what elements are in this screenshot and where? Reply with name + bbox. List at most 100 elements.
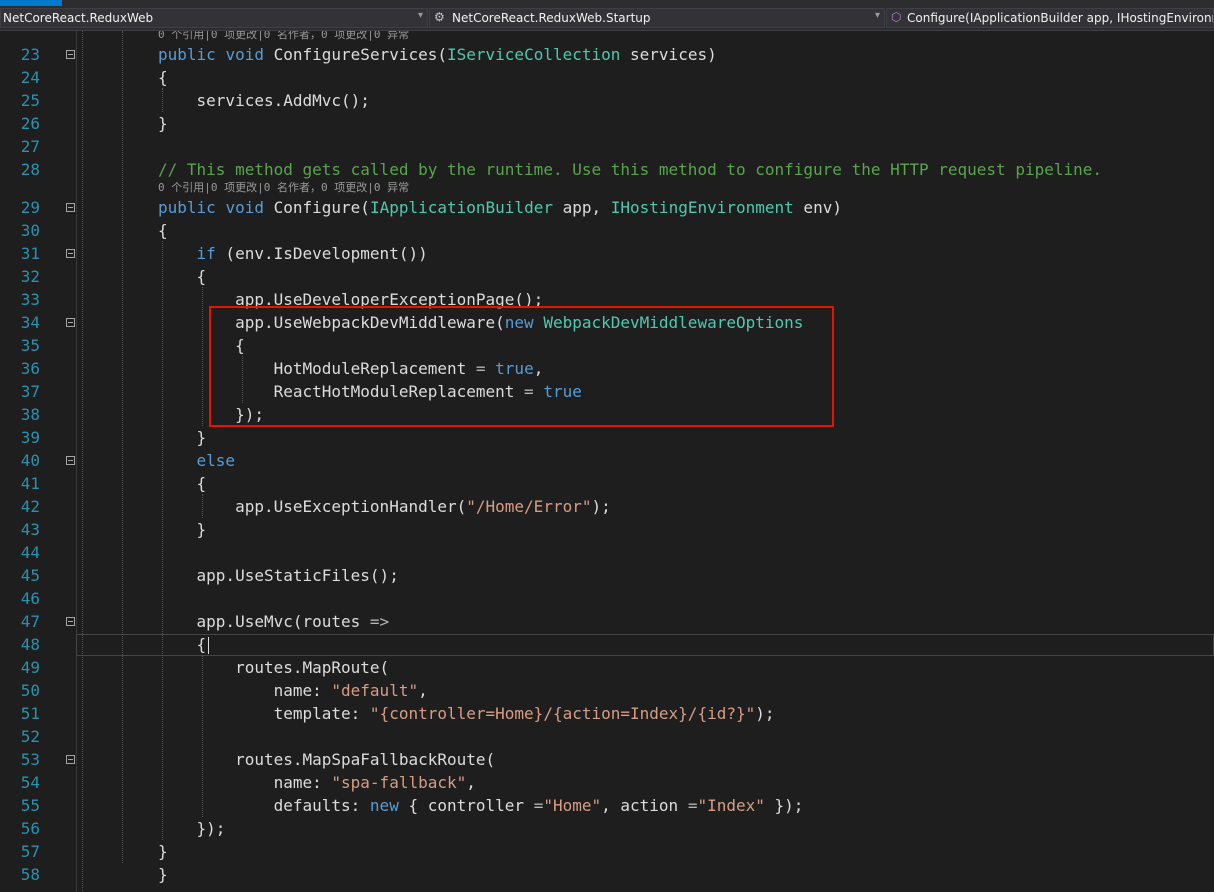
line-number: 31	[20, 244, 40, 263]
code-token: public	[158, 45, 226, 64]
code-token: }	[158, 114, 168, 133]
annotation-highlight-box	[209, 306, 834, 427]
code-line[interactable]: app.UseExceptionHandler("/Home/Error");	[158, 495, 611, 518]
line-number: 52	[20, 727, 40, 746]
code-token: env)	[793, 198, 842, 217]
code-token: routes.MapSpaFallbackRoute(	[158, 750, 496, 769]
code-line[interactable]: else	[158, 449, 236, 472]
indent-guide	[202, 287, 203, 426]
line-number: 54	[20, 773, 40, 792]
code-token: "Home"	[543, 796, 602, 815]
code-token: ,	[418, 681, 428, 700]
code-token: });	[158, 819, 226, 838]
code-token: void	[225, 45, 274, 64]
code-line[interactable]: if (env.IsDevelopment())	[158, 242, 428, 265]
collapse-icon[interactable]	[66, 318, 75, 327]
code-token: );	[755, 704, 775, 723]
code-token: }	[158, 520, 207, 539]
chevron-down-icon: ▾	[874, 10, 880, 21]
code-token: ,	[466, 773, 476, 792]
indent-guide	[122, 31, 123, 863]
code-line[interactable]: {	[158, 66, 168, 89]
code-line[interactable]: name: "default",	[158, 679, 428, 702]
code-token: "/Home/Error"	[466, 497, 592, 516]
line-number: 48	[20, 635, 40, 654]
code-token: { controller	[398, 796, 534, 815]
collapse-icon[interactable]	[66, 50, 75, 59]
line-number: 53	[20, 750, 40, 769]
line-number: 30	[20, 221, 40, 240]
collapse-icon[interactable]	[66, 617, 75, 626]
code-token: IServiceCollection	[447, 45, 621, 64]
code-line[interactable]: {	[158, 633, 207, 656]
class-dropdown[interactable]: ⚙ NetCoreReact.ReduxWeb.Startup ▾	[429, 8, 885, 28]
code-token: defaults:	[158, 796, 370, 815]
codelens-configure[interactable]: 0 个引用|0 项更改|0 名作者，0 项更改|0 异常	[158, 182, 409, 194]
code-line[interactable]: public void Configure(IApplicationBuilde…	[158, 196, 842, 219]
code-line[interactable]: }	[158, 426, 207, 449]
class-label: NetCoreReact.ReduxWeb.Startup	[452, 11, 651, 25]
code-line[interactable]: }	[158, 112, 168, 135]
line-number: 33	[20, 290, 40, 309]
line-number: 38	[20, 405, 40, 424]
code-token: app.UseExceptionHandler(	[158, 497, 467, 516]
code-token: (env.IsDevelopment())	[215, 244, 428, 263]
line-number: 56	[20, 819, 40, 838]
code-line[interactable]: }	[158, 840, 168, 863]
code-token: ConfigureServices(	[273, 45, 447, 64]
indent-guide	[202, 494, 203, 518]
code-line[interactable]: {	[158, 472, 207, 495]
code-editor[interactable]: 0 个引用|0 项更改|0 名作者，0 项更改|0 异常 0 个引用|0 项更改…	[0, 31, 1214, 892]
code-line[interactable]: });	[158, 817, 226, 840]
code-line[interactable]: routes.MapSpaFallbackRoute(	[158, 748, 495, 771]
member-label: Configure(IApplicationBuilder app, IHost…	[907, 11, 1214, 25]
code-token: app,	[552, 198, 611, 217]
line-number: 26	[20, 114, 40, 133]
code-token: "default"	[331, 681, 419, 700]
codelens-configure-services[interactable]: 0 个引用|0 项更改|0 名作者，0 项更改|0 异常	[158, 31, 409, 41]
code-line[interactable]: name: "spa-fallback",	[158, 771, 476, 794]
code-token: // This method gets called by the runtim…	[158, 160, 1103, 179]
code-token: "{controller=Home}/{action=Index}/{id?}"	[369, 704, 756, 723]
code-line[interactable]: {	[158, 219, 168, 242]
chevron-down-icon: ▾	[417, 10, 423, 21]
code-line[interactable]: services.AddMvc();	[158, 89, 370, 112]
line-number: 50	[20, 681, 40, 700]
code-line[interactable]: public void ConfigureServices(IServiceCo…	[158, 43, 717, 66]
member-dropdown[interactable]: ⬡ Configure(IApplicationBuilder app, IHo…	[886, 8, 1214, 28]
collapse-icon[interactable]	[66, 456, 75, 465]
collapse-icon[interactable]	[66, 249, 75, 258]
code-line[interactable]: defaults: new { controller ="Home", acti…	[158, 794, 804, 817]
project-dropdown[interactable]: NetCoreReact.ReduxWeb ▾	[0, 8, 428, 28]
line-number: 58	[20, 865, 40, 884]
code-token: });	[764, 796, 804, 815]
code-line[interactable]: app.UseMvc(routes =>	[158, 610, 390, 633]
code-token: {	[158, 267, 207, 286]
line-number: 34	[20, 313, 40, 332]
code-line[interactable]: {	[158, 265, 207, 288]
collapse-icon[interactable]	[66, 755, 75, 764]
code-token: }	[158, 842, 168, 861]
line-number: 24	[20, 68, 40, 87]
line-number: 32	[20, 267, 40, 286]
code-token: =	[533, 796, 544, 815]
line-number: 35	[20, 336, 40, 355]
code-token: template:	[158, 704, 370, 723]
code-line[interactable]: app.UseStaticFiles();	[158, 564, 399, 587]
line-number: 45	[20, 566, 40, 585]
code-line[interactable]: routes.MapRoute(	[158, 656, 389, 679]
code-token: {	[158, 68, 168, 87]
code-line[interactable]: template: "{controller=Home}/{action=Ind…	[158, 702, 775, 725]
code-line[interactable]: // This method gets called by the runtim…	[158, 158, 1102, 181]
code-line[interactable]: }	[158, 863, 168, 886]
code-token: IApplicationBuilder	[369, 198, 553, 217]
code-token: }	[158, 865, 168, 884]
code-token: routes.MapRoute(	[158, 658, 390, 677]
code-token: new	[369, 796, 399, 815]
project-label: NetCoreReact.ReduxWeb	[3, 11, 154, 25]
indent-guide	[82, 31, 83, 892]
collapse-icon[interactable]	[66, 203, 75, 212]
line-number: 36	[20, 359, 40, 378]
code-line[interactable]: }	[158, 518, 207, 541]
